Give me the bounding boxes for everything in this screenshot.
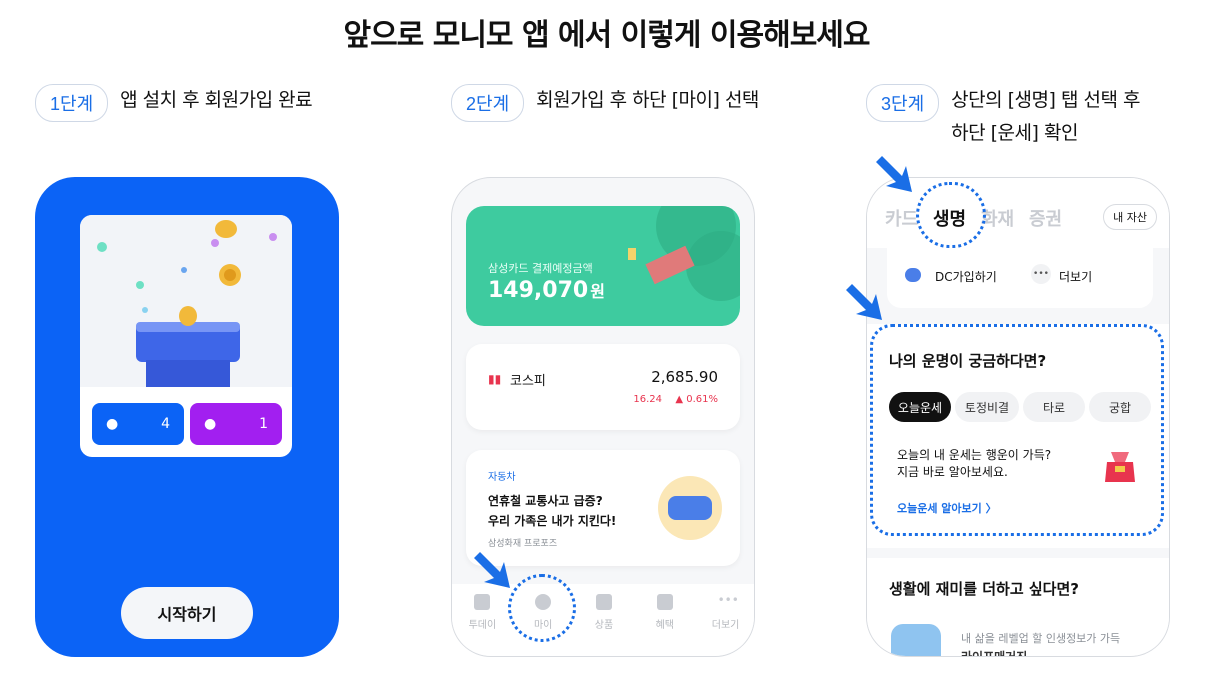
payment-label: 삼성카드 결제예정금액: [488, 262, 593, 275]
life-sub-2: 라이프매거진: [961, 650, 1028, 657]
stock-change-pct: ▲ 0.61%: [675, 394, 718, 405]
step-2: 2단계 회원가입 후 하단 [마이] 선택: [451, 84, 759, 122]
candle-icon: ▮▮: [488, 372, 502, 386]
step-3-badge: 3단계: [866, 84, 940, 122]
chip-icon: ●: [106, 416, 119, 432]
step-1-text: 앱 설치 후 회원가입 완료: [120, 89, 313, 111]
pipe-coin-illustration: [80, 215, 292, 390]
step-2-text: 회원가입 후 하단 [마이] 선택: [536, 89, 759, 111]
dc-more-button[interactable]: 더보기: [1059, 268, 1092, 285]
tab-products-label: 상품: [594, 620, 614, 631]
tab-benefits[interactable]: 혜택: [637, 594, 693, 656]
life-sub-1: 내 삶을 레벨업 할 인생정보가 가득: [961, 632, 1121, 645]
chance-icon: ●: [204, 416, 217, 432]
news-headline-1: 연휴철 교통사고 급증?: [488, 494, 603, 508]
arrow-to-life-tab-icon: [876, 156, 912, 192]
tab-benefits-label: 혜택: [655, 620, 674, 631]
car-family-illustration: [658, 476, 722, 540]
stock-value: 2,685.90: [651, 368, 718, 386]
news-headline-2: 우리 가족은 내가 지킨다!: [488, 514, 617, 528]
tab-securities[interactable]: 증권: [1029, 205, 1062, 231]
news-category: 자동차: [488, 472, 516, 483]
tab-card[interactable]: 카드: [885, 205, 918, 231]
phone-step-1: ● 4 ● 1 시작하기: [35, 177, 339, 657]
today-icon: [474, 594, 491, 610]
party-icon: [656, 594, 673, 610]
arrow-to-my-tab-icon: [474, 552, 510, 588]
chip-count: 4: [161, 416, 170, 432]
chance-count: 1: [259, 416, 268, 432]
life-title: 생활에 재미를 더하고 싶다면?: [889, 580, 1079, 598]
tab-more-label: 더보기: [711, 620, 740, 631]
my-assets-button[interactable]: 내 자산: [1103, 204, 1157, 230]
chip-count-button[interactable]: ● 4: [92, 403, 184, 445]
start-button[interactable]: 시작하기: [121, 587, 253, 639]
stock-card[interactable]: ▮▮ 코스피 2,685.90 16.24 ▲ 0.61%: [466, 344, 740, 430]
step-1: 1단계 앱 설치 후 회원가입 완료: [35, 84, 313, 122]
step-1-badge: 1단계: [35, 84, 109, 122]
bottom-tab-bar: 투데이 마이 상품 혜택 ••• 더보기: [452, 584, 754, 656]
tab-products[interactable]: 상품: [576, 594, 632, 656]
bag-icon: [595, 594, 612, 610]
tab-fire[interactable]: 화재: [981, 205, 1014, 231]
life-tab-highlight: [916, 182, 986, 248]
stock-change: 16.24: [633, 394, 662, 405]
fortune-section-highlight: [870, 324, 1164, 536]
more-dots-icon: •••: [1031, 264, 1051, 284]
tab-today[interactable]: 투데이: [454, 594, 510, 656]
step-3-text: 상단의 [생명] 탭 선택 후: [951, 89, 1140, 111]
card-payment-card[interactable]: 삼성카드 결제예정금액 149,070 원: [466, 206, 740, 326]
step-3: 3단계 상단의 [생명] 탭 선택 후 하단 [운세] 확인: [866, 84, 1140, 150]
dc-join-button[interactable]: DC가입하기: [935, 268, 997, 285]
step-3-text-line2: 하단 [운세] 확인: [951, 122, 1078, 144]
payment-amount: 149,070: [488, 278, 589, 303]
dc-card: DC가입하기 ••• 더보기: [887, 246, 1153, 308]
arrow-to-fortune-icon: [846, 284, 882, 320]
game-card: ● 4 ● 1: [80, 215, 292, 457]
piggy-icon: [905, 268, 921, 282]
page-title: 앞으로 모니모 앱 에서 이렇게 이용해보세요: [343, 18, 870, 53]
chance-count-button[interactable]: ● 1: [190, 403, 282, 445]
tab-more[interactable]: ••• 더보기: [698, 593, 754, 656]
my-tab-highlight: [508, 574, 576, 642]
payment-amount-row: 149,070 원: [488, 278, 605, 303]
magazine-thumbnail: [891, 624, 941, 656]
more-icon: •••: [717, 593, 739, 607]
payment-unit: 원: [590, 282, 605, 301]
life-card: 생활에 재미를 더하고 싶다면? 내 삶을 레벨업 할 인생정보가 가득 라이프…: [867, 558, 1169, 657]
step-2-badge: 2단계: [451, 84, 525, 122]
tab-today-label: 투데이: [468, 620, 497, 631]
stock-name: 코스피: [510, 374, 546, 389]
